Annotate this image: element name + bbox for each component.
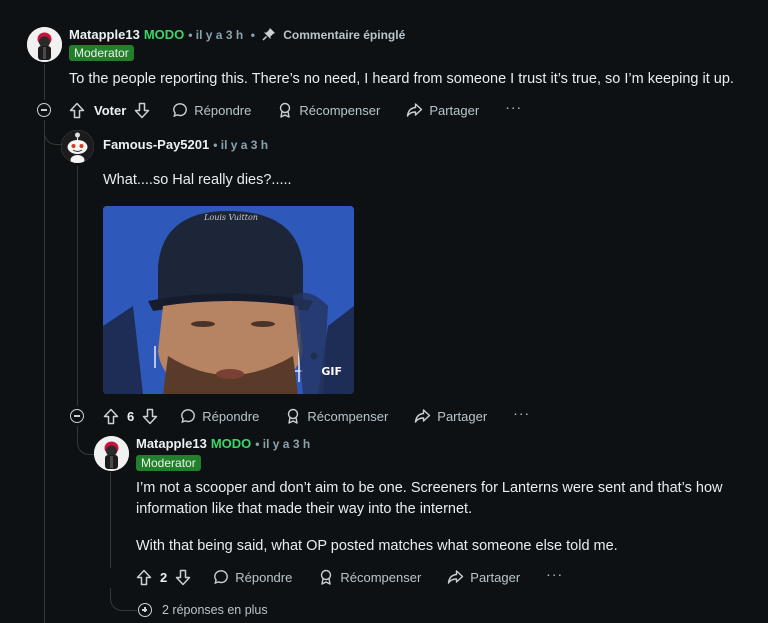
thread-line-root [44,64,45,100]
more-replies-button[interactable]: 2 réponses en plus [138,603,268,617]
snoo-avatar-icon [61,130,94,163]
downvote-button[interactable] [175,569,191,586]
gif-image[interactable]: Louis Vuitton GIF [103,206,354,394]
collapse-button[interactable] [70,409,84,423]
award-button[interactable]: Récompenser [318,569,421,585]
upvote-button[interactable] [103,408,119,425]
thread-elbow-reply1 [44,120,63,145]
gif-preview-image: Louis Vuitton [103,206,354,394]
comment-actions: Voter Répondre Récompenser Partager ··· [69,99,522,121]
upvote-icon [69,102,85,118]
downvote-icon [175,569,191,585]
comment-body: What....so Hal really dies?..... [103,172,292,188]
award-button[interactable]: Récompenser [277,102,380,118]
avatar[interactable] [61,130,94,163]
share-button[interactable]: Partager [414,408,487,424]
pin-icon [262,28,275,41]
timestamp: • il y a 3 h [213,138,269,152]
upvote-icon [103,408,119,424]
reply-icon [214,570,229,585]
award-label: Récompenser [307,408,389,424]
more-options-button[interactable]: ··· [513,405,530,421]
reply-icon [173,103,188,118]
snoo-avatar-icon [27,27,62,62]
moderator-badge: Moderator [136,455,201,471]
moderator-badge: Moderator [69,45,134,61]
comment-body: I’m not a scooper and don’t aim to be on… [136,480,723,517]
vote-count: 6 [127,408,135,424]
thread-line-reply1 [77,166,78,406]
upvote-icon [136,569,152,585]
thread-line-reply2 [110,472,111,568]
share-button[interactable]: Partager [406,102,479,118]
username[interactable]: Famous-Pay5201 [103,137,209,152]
comment-body: To the people reporting this. There’s no… [69,71,734,87]
award-label: Récompenser [340,569,422,585]
upvote-button[interactable] [69,102,85,119]
avatar[interactable] [94,436,129,471]
share-icon [407,103,423,117]
comment-author[interactable]: Matapple13 MODO • il y a 3 h [136,436,310,451]
share-label: Partager [470,569,521,585]
award-button[interactable]: Récompenser [285,408,388,424]
hat-logo: Louis Vuitton [203,213,258,222]
avatar[interactable] [27,27,62,62]
reply-label: Répondre [235,569,293,585]
reply-label: Répondre [194,102,252,118]
award-label: Récompenser [299,102,381,118]
thread-elbow-more [110,588,137,611]
plus-circle-icon [138,603,152,617]
comment-actions: 2 Répondre Récompenser Partager ··· [136,566,563,588]
share-label: Partager [437,408,488,424]
more-options-button[interactable]: ··· [546,566,563,582]
moderator-tag: MODO [143,27,185,42]
share-icon [448,570,464,584]
award-icon [280,102,291,118]
award-icon [321,569,332,585]
award-icon [288,408,299,424]
reply-button[interactable]: Répondre [172,102,251,118]
share-icon [415,409,431,423]
downvote-icon [142,408,158,424]
thread-line-root-lower [44,120,45,623]
meta-separator: • [250,28,255,42]
share-button[interactable]: Partager [447,569,520,585]
timestamp: • il y a 3 h [188,28,244,42]
pinned-label: Commentaire épinglé [283,28,406,42]
snoo-avatar-icon [94,436,129,471]
comment-body: With that being said, what OP posted mat… [136,538,618,554]
reply-button[interactable]: Répondre [213,569,292,585]
timestamp: • il y a 3 h [255,437,311,451]
downvote-icon [135,102,150,118]
downvote-button[interactable] [134,102,150,119]
gif-label: GIF [321,365,342,378]
thread-elbow-reply2 [77,426,95,455]
comment-author[interactable]: Matapple13 MODO • il y a 3 h • Commentaire… [69,27,405,42]
vote-count: 2 [160,569,168,585]
collapse-button[interactable] [37,103,51,117]
comment-author[interactable]: Famous-Pay5201 • il y a 3 h [103,137,268,152]
moderator-tag: MODO [210,436,252,451]
more-replies-label: 2 réponses en plus [162,603,268,617]
comment-actions: 6 Répondre Récompenser Partager ··· [103,405,530,427]
upvote-button[interactable] [136,569,152,586]
username[interactable]: Matapple13 [136,436,207,451]
reply-label: Répondre [202,408,260,424]
reply-icon [181,409,196,424]
downvote-button[interactable] [142,408,158,425]
username[interactable]: Matapple13 [69,27,140,42]
more-options-button[interactable]: ··· [505,99,522,115]
vote-label: Voter [94,102,127,118]
share-label: Partager [429,102,480,118]
reply-button[interactable]: Répondre [180,408,259,424]
